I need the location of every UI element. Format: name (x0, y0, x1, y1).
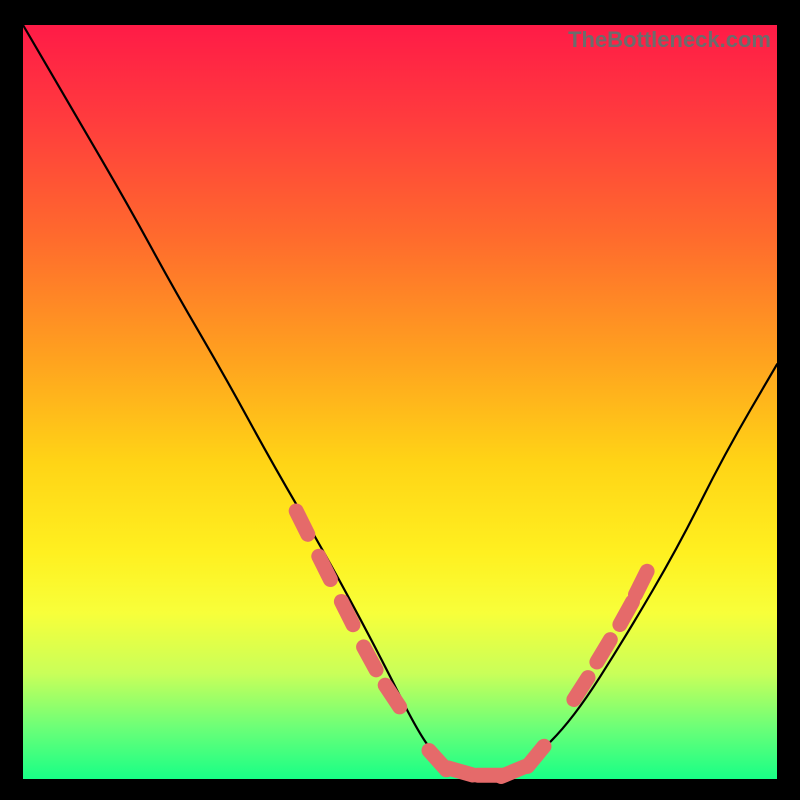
chart-svg (23, 25, 777, 779)
marker-dash (597, 640, 610, 662)
marker-dash (364, 647, 377, 670)
marker-dash (620, 602, 633, 625)
bottleneck-curve-path (23, 25, 777, 779)
chart-frame: TheBottleneck.com (23, 25, 777, 779)
marker-dash (319, 556, 331, 579)
marker-group (296, 511, 647, 777)
marker-dash (528, 746, 545, 766)
marker-dash (296, 511, 308, 534)
marker-dash (341, 602, 353, 625)
marker-dash (636, 571, 648, 594)
marker-dash (385, 685, 400, 707)
marker-dash (448, 768, 473, 775)
watermark-text: TheBottleneck.com (568, 27, 771, 53)
